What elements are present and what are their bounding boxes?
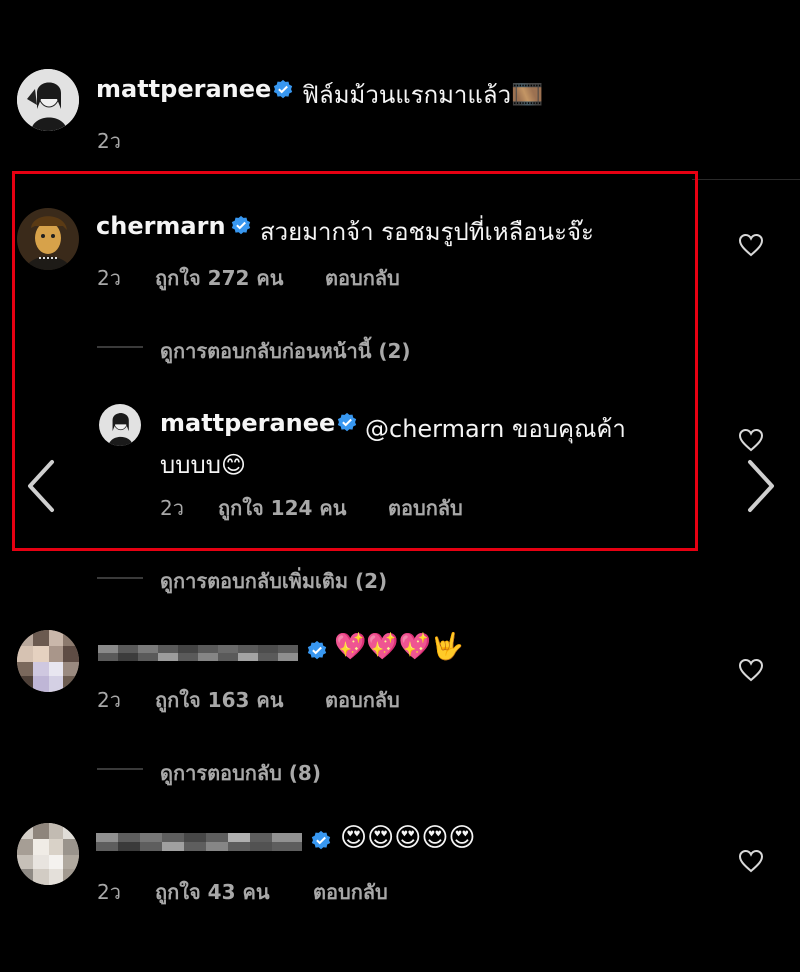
comment-time: 2ว [97, 266, 121, 290]
pixelated-username[interactable] [96, 829, 302, 855]
film-emoji: 🎞️ [511, 80, 544, 110]
avatar[interactable] [17, 208, 79, 270]
comment-text: 😍😍😍😍😍 [340, 823, 476, 853]
verified-icon [337, 412, 357, 432]
likes-count[interactable]: ถูกใจ 272 คน [155, 262, 283, 294]
divider [692, 179, 800, 180]
heart-icon[interactable] [738, 233, 764, 257]
verified-icon [273, 79, 293, 99]
post-time: 2ว [97, 129, 121, 153]
likes-count[interactable]: ถูกใจ 43 คน [155, 876, 270, 908]
reply-button[interactable]: ตอบกลับ [388, 492, 463, 524]
likes-count[interactable]: ถูกใจ 163 คน [155, 684, 283, 716]
comment-time: 2ว [97, 880, 121, 904]
post-username[interactable]: mattperanee [96, 75, 271, 103]
verified-icon [231, 215, 251, 235]
heart-icon[interactable] [738, 849, 764, 873]
post-caption: ฟิล์มม้วนแรกมาแล้ว🎞️ [302, 75, 543, 114]
avatar[interactable] [17, 69, 79, 131]
view-replies[interactable]: ดูการตอบกลับ (8) [160, 757, 321, 789]
view-previous-replies[interactable]: ดูการตอบกลับก่อนหน้านี้ (2) [160, 335, 411, 367]
reply-text-line2: บบบบ😊 [160, 451, 246, 479]
comment-time: 2ว [97, 688, 121, 712]
verified-icon [311, 830, 331, 850]
thread-line [97, 346, 143, 348]
chevron-left-icon[interactable] [24, 458, 58, 514]
pixelated-username[interactable] [98, 641, 298, 665]
caption-text: ฟิล์มม้วนแรกมาแล้ว [302, 81, 512, 109]
thread-line [97, 577, 143, 579]
thread-line [97, 768, 143, 770]
comment-username[interactable]: chermarn [96, 212, 226, 240]
heart-icon[interactable] [738, 428, 764, 452]
avatar[interactable] [17, 630, 79, 692]
comment-text: สวยมากจ้า รอชมรูปที่เหลือนะจ๊ะ [260, 218, 594, 246]
reply-username[interactable]: mattperanee [160, 409, 335, 437]
likes-count[interactable]: ถูกใจ 124 คน [218, 492, 346, 524]
avatar[interactable] [99, 404, 141, 446]
reply-time: 2ว [160, 496, 184, 520]
reply-text-line1: @chermarn ขอบคุณค้า [365, 415, 626, 443]
view-more-replies[interactable]: ดูการตอบกลับเพิ่มเติม (2) [160, 565, 387, 597]
reply-button[interactable]: ตอบกลับ [325, 262, 400, 294]
verified-icon [307, 640, 327, 660]
reply-button[interactable]: ตอบกลับ [325, 684, 400, 716]
avatar[interactable] [17, 823, 79, 885]
reply-button[interactable]: ตอบกลับ [313, 876, 388, 908]
heart-icon[interactable] [738, 658, 764, 682]
comment-text: 💖💖💖🤟 [334, 632, 464, 662]
chevron-right-icon[interactable] [744, 458, 778, 514]
